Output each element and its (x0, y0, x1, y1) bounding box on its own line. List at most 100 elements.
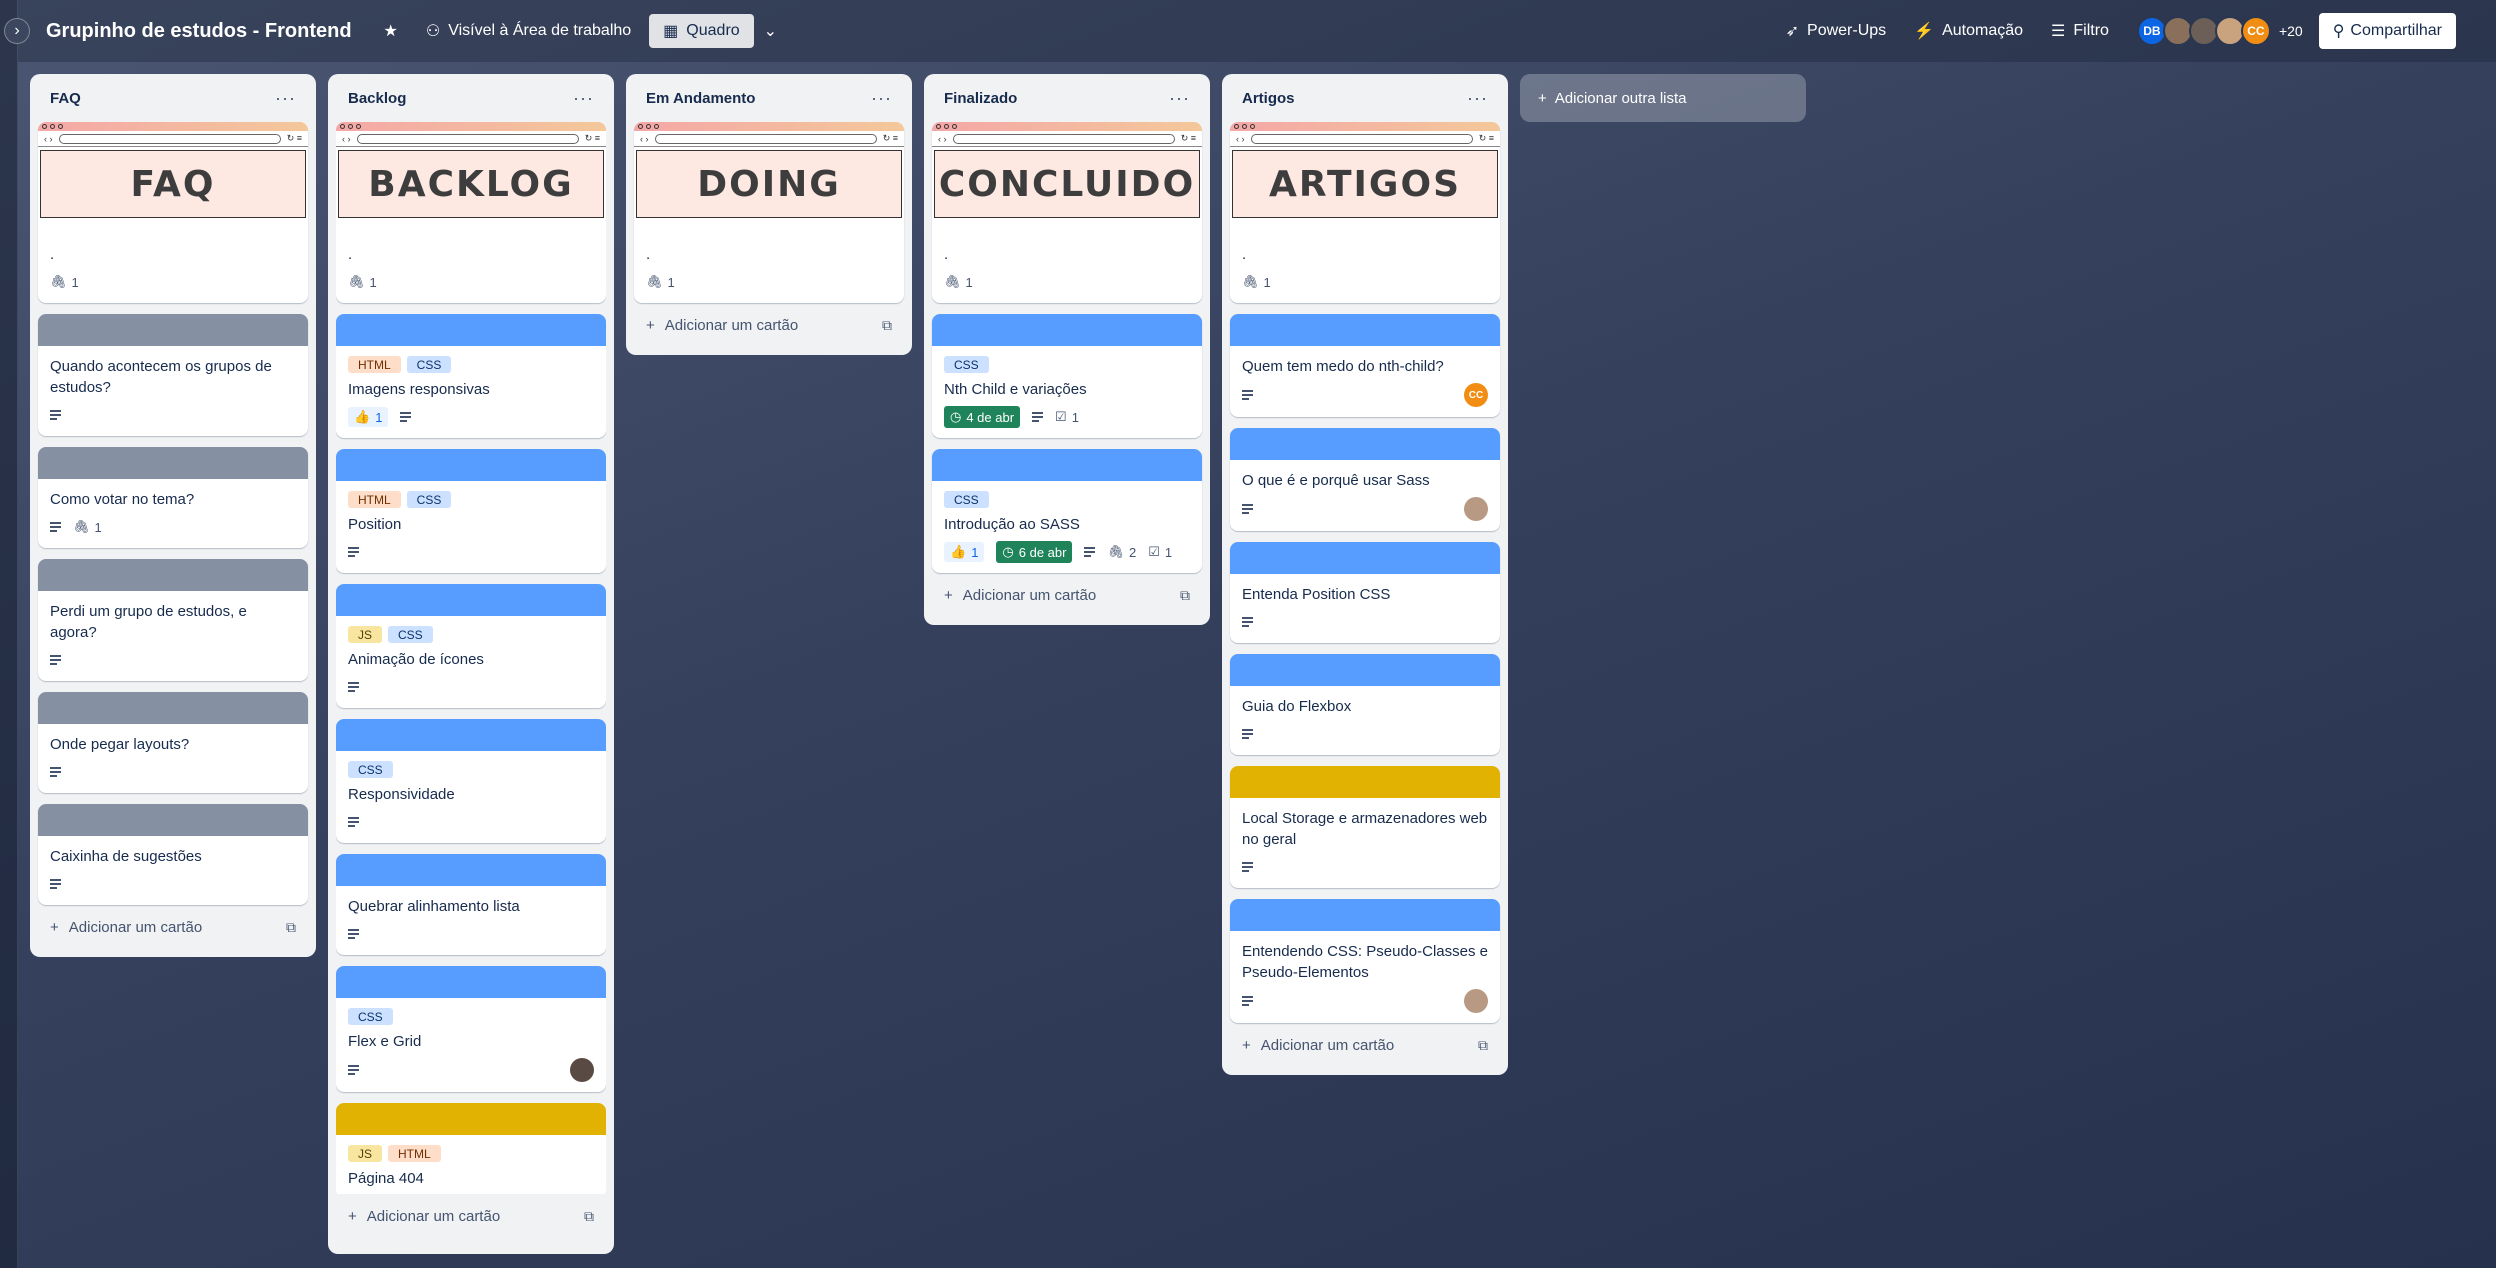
attachment-badge: 🖇 1 (348, 274, 377, 290)
add-list-button[interactable]: + Adicionar outra lista (1520, 74, 1806, 122)
avatar[interactable] (1464, 989, 1488, 1013)
card-cover (336, 584, 606, 616)
vote-badge: 👍 1 (348, 407, 389, 427)
due-date-badge[interactable]: ◷ 6 de abr (996, 541, 1073, 563)
card-title: Introdução ao SASS (944, 516, 1080, 533)
cover-text: FAQ (40, 150, 306, 218)
filter-button[interactable]: ☰ Filtro (2041, 15, 2119, 47)
template-icon[interactable]: ⧉ (1180, 587, 1190, 604)
avatar[interactable]: CC (1464, 383, 1488, 407)
template-icon[interactable]: ⧉ (1478, 1037, 1488, 1054)
list-doing: Em Andamento ··· ‹ › ↻ ≡ DOING . 🖇 1 + Adicion… (626, 74, 912, 355)
list-item[interactable]: HTML CSS Imagens responsivas 👍 1 (336, 314, 606, 438)
share-button[interactable]: ⚲ Compartilhar (2318, 13, 2456, 49)
list-item[interactable]: ‹ › ↻ ≡ ARTIGOS . 🖇 1 (1230, 122, 1500, 303)
more-members-count[interactable]: +20 (2279, 23, 2303, 39)
list-menu-icon[interactable]: ··· (871, 88, 892, 109)
avatar[interactable]: CC (2240, 16, 2271, 46)
template-icon[interactable]: ⧉ (286, 919, 296, 936)
list-item[interactable]: Guia do Flexbox (1230, 654, 1500, 755)
list-item[interactable]: JS HTML Página 404 (336, 1103, 606, 1194)
automation-button[interactable]: ⚡ Automação (1904, 15, 2033, 47)
label-js[interactable]: JS (348, 1145, 383, 1162)
list-item[interactable]: Caixinha de sugestões (38, 804, 308, 905)
label-css[interactable]: CSS (944, 356, 989, 373)
add-card-button[interactable]: + Adicionar um cartão ⧉ (1230, 1023, 1500, 1067)
view-switcher-button[interactable]: ⌄ (754, 15, 787, 47)
list-item[interactable]: Quebrar alinhamento lista (336, 854, 606, 955)
list-item[interactable]: Onde pegar layouts? (38, 692, 308, 793)
list-item[interactable]: HTML CSS Position (336, 449, 606, 573)
paperclip-icon: 🖇 (348, 274, 365, 289)
list-title[interactable]: Artigos (1242, 90, 1295, 107)
member-avatars[interactable]: DB CC +20 (2136, 16, 2303, 46)
paperclip-icon: 🖇 (73, 519, 90, 534)
label-css[interactable]: CSS (388, 626, 433, 643)
attachment-badge: 🖇 1 (1242, 274, 1271, 290)
list-item[interactable]: ‹ › ↻ ≡ FAQ . 🖇 1 (38, 122, 308, 303)
label-js[interactable]: JS (348, 626, 383, 643)
label-css[interactable]: CSS (406, 356, 452, 373)
list-item[interactable]: Perdi um grupo de estudos, e agora? (38, 559, 308, 681)
add-card-button[interactable]: + Adicionar um cartão ⧉ (932, 573, 1202, 617)
browser-mockup-cover: ‹ › ↻ ≡ BACKLOG (336, 122, 606, 234)
avatar[interactable] (1464, 497, 1488, 521)
label-css[interactable]: CSS (406, 491, 452, 508)
list-articles: Artigos ··· ‹ › ↻ ≡ ARTIGOS . 🖇 1 Quem tem me… (1222, 74, 1508, 1075)
list-item[interactable]: ‹ › ↻ ≡ CONCLUIDO . 🖇 1 (932, 122, 1202, 303)
attachment-badge: 🖇 2 (1107, 544, 1137, 560)
description-icon (1242, 390, 1253, 400)
add-card-button[interactable]: + Adicionar um cartão ⧉ (38, 905, 308, 949)
list-item[interactable]: Como votar no tema? 🖇 1 (38, 447, 308, 548)
thumbs-up-icon: 👍 (950, 544, 967, 559)
card-title: Perdi um grupo de estudos, e agora? (50, 603, 247, 641)
label-html[interactable]: HTML (348, 491, 401, 508)
list-title[interactable]: FAQ (50, 90, 81, 107)
board-view-button[interactable]: ▦ Quadro (649, 14, 754, 48)
list-item[interactable]: CSS Flex e Grid (336, 966, 606, 1092)
list-item[interactable]: Entendendo CSS: Pseudo-Classes e Pseudo-… (1230, 899, 1500, 1023)
list-menu-icon[interactable]: ··· (1467, 88, 1488, 109)
list-title[interactable]: Em Andamento (646, 90, 755, 107)
card-title: . (944, 246, 949, 263)
share-label: Compartilhar (2350, 22, 2442, 39)
list-item[interactable]: Quem tem medo do nth-child? CC (1230, 314, 1500, 417)
list-item[interactable]: JS CSS Animação de ícones (336, 584, 606, 708)
list-title[interactable]: Finalizado (944, 90, 1017, 107)
label-css[interactable]: CSS (348, 761, 393, 778)
checklist-icon: ☑ (1055, 409, 1067, 424)
add-card-button[interactable]: + Adicionar um cartão ⧉ (634, 303, 904, 347)
description-icon (1032, 412, 1044, 422)
board-title[interactable]: Grupinho de estudos - Frontend (46, 20, 352, 43)
visibility-button[interactable]: ⚇ Visível à Área de trabalho (416, 15, 641, 47)
powerups-button[interactable]: ➶ Power-Ups (1776, 15, 1897, 47)
list-item[interactable]: CSS Nth Child e variações ◷ 4 de abr ☑ 1 (932, 314, 1202, 438)
list-title[interactable]: Backlog (348, 90, 406, 107)
card-title: Como votar no tema? (50, 491, 195, 508)
list-item[interactable]: Local Storage e armazenadores web no ger… (1230, 766, 1500, 888)
list-item[interactable]: O que é e porquê usar Sass (1230, 428, 1500, 531)
list-item[interactable]: Quando acontecem os grupos de estudos? (38, 314, 308, 436)
list-item[interactable]: CSS Introdução ao SASS 👍 1 ◷ 6 de abr 🖇 2 ☑ 1 (932, 449, 1202, 573)
list-menu-icon[interactable]: ··· (275, 88, 296, 109)
backlog-scroll-area[interactable]: ‹ › ↻ ≡ BACKLOG . 🖇 1 HTML CSS Imagens respons… (336, 122, 606, 1194)
list-menu-icon[interactable]: ··· (573, 88, 594, 109)
label-html[interactable]: HTML (388, 1145, 441, 1162)
list-item[interactable]: ‹ › ↻ ≡ BACKLOG . 🖇 1 (336, 122, 606, 303)
template-icon[interactable]: ⧉ (584, 1208, 594, 1225)
avatar[interactable] (570, 1058, 594, 1082)
template-icon[interactable]: ⧉ (882, 317, 892, 334)
list-item[interactable]: ‹ › ↻ ≡ DOING . 🖇 1 (634, 122, 904, 303)
list-item[interactable]: CSS Responsividade (336, 719, 606, 843)
label-html[interactable]: HTML (348, 356, 401, 373)
list-done: Finalizado ··· ‹ › ↻ ≡ CONCLUIDO . 🖇 1 CSS Nth… (924, 74, 1210, 625)
label-css[interactable]: CSS (944, 491, 989, 508)
due-date-badge[interactable]: ◷ 4 de abr (944, 406, 1021, 428)
star-button[interactable]: ★ (374, 15, 408, 47)
label-css[interactable]: CSS (348, 1008, 393, 1025)
list-menu-icon[interactable]: ··· (1169, 88, 1190, 109)
list-item[interactable]: Entenda Position CSS (1230, 542, 1500, 643)
add-card-button[interactable]: + Adicionar um cartão ⧉ (336, 1194, 606, 1238)
description-icon (1242, 996, 1253, 1006)
expand-sidebar-button[interactable]: › (4, 18, 30, 44)
